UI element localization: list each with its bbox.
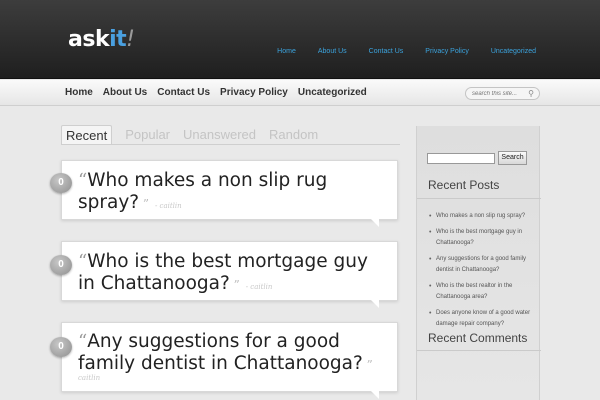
top-nav-contact-us[interactable]: Contact Us [369, 48, 404, 55]
top-nav-home[interactable]: Home [277, 48, 296, 55]
question-card[interactable]: “Any suggestions for a good family denti… [61, 322, 398, 399]
open-quote: “ [78, 251, 88, 272]
tab-popular[interactable]: Popular [125, 125, 170, 144]
top-nav-uncategorized[interactable]: Uncategorized [491, 48, 536, 55]
question-author: - caitlin [245, 283, 273, 291]
answer-count: 0 [58, 341, 64, 352]
card-tail [371, 300, 379, 308]
question-title[interactable]: “Who makes a non slip rug spray? ” - cai… [78, 170, 390, 217]
card-tail [371, 219, 379, 227]
recent-post-link[interactable]: Does anyone know of a good water damage … [436, 310, 530, 327]
tabs-divider [61, 144, 400, 145]
question-author: caitlin [78, 374, 101, 382]
main-nav-home[interactable]: Home [65, 87, 93, 98]
list-item: Who makes a non slip rug spray? [427, 208, 537, 224]
answer-count: 0 [58, 177, 64, 188]
question-title[interactable]: “Who is the best mortgage guy in Chattan… [78, 251, 390, 298]
close-quote: ” [229, 278, 240, 292]
site-header: askit! Home About Us Contact Us Privacy … [0, 0, 600, 79]
close-quote: ” [362, 358, 373, 372]
heading-divider [417, 198, 541, 199]
recent-post-link[interactable]: Who is the best realtor in the Chattanoo… [436, 283, 512, 300]
recent-posts-list: Who makes a non slip rug spray? Who is t… [427, 208, 537, 332]
sidebar-search-input[interactable] [427, 153, 495, 164]
main-nav: Home About Us Contact Us Privacy Policy … [65, 87, 377, 98]
question-author: - caitlin [154, 202, 182, 210]
recent-post-link[interactable]: Who is the best mortgage guy in Chattano… [436, 229, 522, 246]
question-title[interactable]: “Any suggestions for a good family denti… [78, 331, 390, 376]
speech-bubble-icon: 0 [50, 173, 72, 193]
sidebar-search-button[interactable]: Search [498, 151, 527, 165]
answer-count: 0 [58, 259, 64, 270]
question-card[interactable]: “Who is the best mortgage guy in Chattan… [61, 241, 398, 308]
list-item: Who is the best realtor in the Chattanoo… [427, 278, 537, 305]
site-search-input[interactable] [472, 89, 528, 99]
question-tabs: Recent Popular Unanswered Random [61, 125, 331, 144]
card-tail [371, 391, 379, 399]
site-search-box: ⚲ [465, 87, 540, 100]
list-item: Who is the best mortgage guy in Chattano… [427, 224, 537, 251]
recent-post-link[interactable]: Who makes a non slip rug spray? [436, 213, 525, 219]
main-nav-privacy-policy[interactable]: Privacy Policy [220, 87, 288, 98]
open-quote: “ [78, 170, 88, 191]
tab-random[interactable]: Random [269, 125, 318, 144]
top-nav-privacy-policy[interactable]: Privacy Policy [425, 48, 469, 55]
top-nav-about-us[interactable]: About Us [318, 48, 347, 55]
main-nav-uncategorized[interactable]: Uncategorized [298, 87, 367, 98]
main-nav-about-us[interactable]: About Us [103, 87, 147, 98]
recent-comments-heading: Recent Comments [428, 331, 528, 345]
top-nav: Home About Us Contact Us Privacy Policy … [255, 48, 536, 55]
site-logo[interactable]: askit! [68, 27, 135, 52]
list-item: Any suggestions for a good family dentis… [427, 251, 537, 278]
magnifier-icon[interactable]: ⚲ [528, 89, 534, 98]
open-quote: “ [78, 331, 88, 352]
tab-recent[interactable]: Recent [61, 125, 113, 144]
recent-post-link[interactable]: Any suggestions for a good family dentis… [436, 256, 526, 273]
tab-unanswered[interactable]: Unanswered [183, 125, 256, 144]
sidebar: Search Recent Posts Who makes a non slip… [416, 126, 541, 400]
list-item: Does anyone know of a good water damage … [427, 305, 537, 332]
speech-bubble-icon: 0 [50, 255, 72, 275]
heading-divider [417, 350, 541, 351]
speech-bubble-icon: 0 [50, 337, 72, 357]
close-quote: ” [139, 197, 150, 211]
recent-posts-heading: Recent Posts [428, 178, 500, 192]
main-nav-contact-us[interactable]: Contact Us [157, 87, 210, 98]
question-card[interactable]: “Who makes a non slip rug spray? ” - cai… [61, 160, 398, 227]
